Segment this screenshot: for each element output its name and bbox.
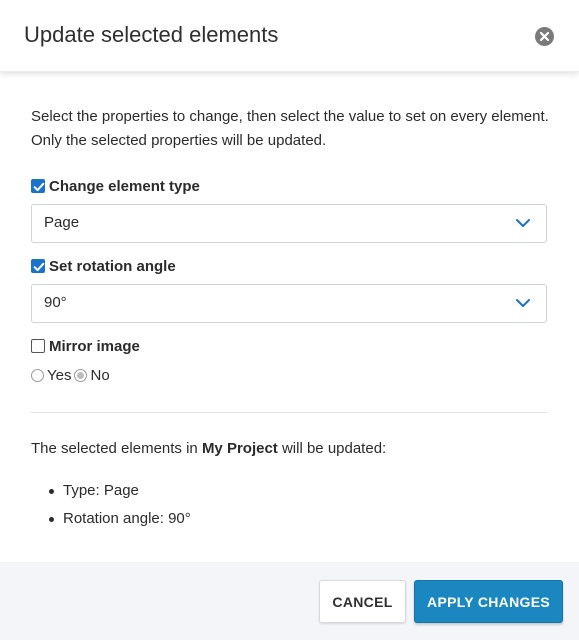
rotation-angle-value: 90° [44, 294, 67, 311]
checkmark-icon [33, 262, 45, 272]
dialog-title: Update selected elements [24, 22, 279, 47]
cancel-button[interactable]: CANCEL [319, 580, 406, 623]
change-element-type-label: Change element type [49, 177, 200, 195]
mirror-yes-radio[interactable] [31, 368, 44, 382]
set-rotation-angle-label: Set rotation angle [49, 257, 176, 275]
dialog-footer: CANCEL APPLY CHANGES [0, 562, 579, 640]
set-rotation-angle-row[interactable]: Set rotation angle [31, 257, 176, 275]
mirror-image-row[interactable]: Mirror image [31, 337, 140, 355]
mirror-image-label: Mirror image [49, 337, 140, 355]
summary-prefix: The selected elements in [31, 440, 202, 457]
list-item: Rotation angle: 90° [49, 509, 191, 537]
divider [31, 412, 547, 413]
change-element-type-checkbox[interactable] [31, 179, 45, 193]
close-icon[interactable] [535, 27, 554, 46]
chevron-down-icon [516, 299, 530, 307]
change-element-type-row[interactable]: Change element type [31, 177, 200, 195]
project-name: My Project [201, 440, 278, 457]
mirror-no-label: No [90, 366, 110, 384]
mirror-yes-label: Yes [47, 366, 72, 384]
mirror-image-radio-group: Yes No [31, 366, 113, 384]
mirror-no-radio[interactable] [74, 368, 88, 382]
intro-line-2: Only the selected properties will be upd… [31, 132, 327, 149]
apply-changes-button[interactable]: APPLY CHANGES [414, 580, 563, 623]
element-type-select[interactable]: Page [31, 204, 547, 243]
chevron-down-icon [516, 219, 530, 227]
intro-line-1: Select the properties to change, then se… [31, 108, 549, 125]
element-type-value: Page [44, 214, 80, 231]
summary-suffix: will be updated: [277, 440, 387, 457]
list-item: Type: Page [49, 481, 191, 509]
summary-list: Type: Page Rotation angle: 90° [49, 481, 191, 537]
summary-text: The selected elements in My Project will… [31, 440, 386, 457]
set-rotation-angle-checkbox[interactable] [31, 259, 45, 273]
mirror-image-checkbox[interactable] [31, 339, 45, 353]
intro-text: Select the properties to change, then se… [31, 105, 551, 153]
checkmark-icon [33, 182, 45, 192]
update-elements-dialog: Update selected elements Select the prop… [0, 0, 579, 640]
rotation-angle-select[interactable]: 90° [31, 284, 547, 323]
dialog-header: Update selected elements [0, 0, 579, 72]
